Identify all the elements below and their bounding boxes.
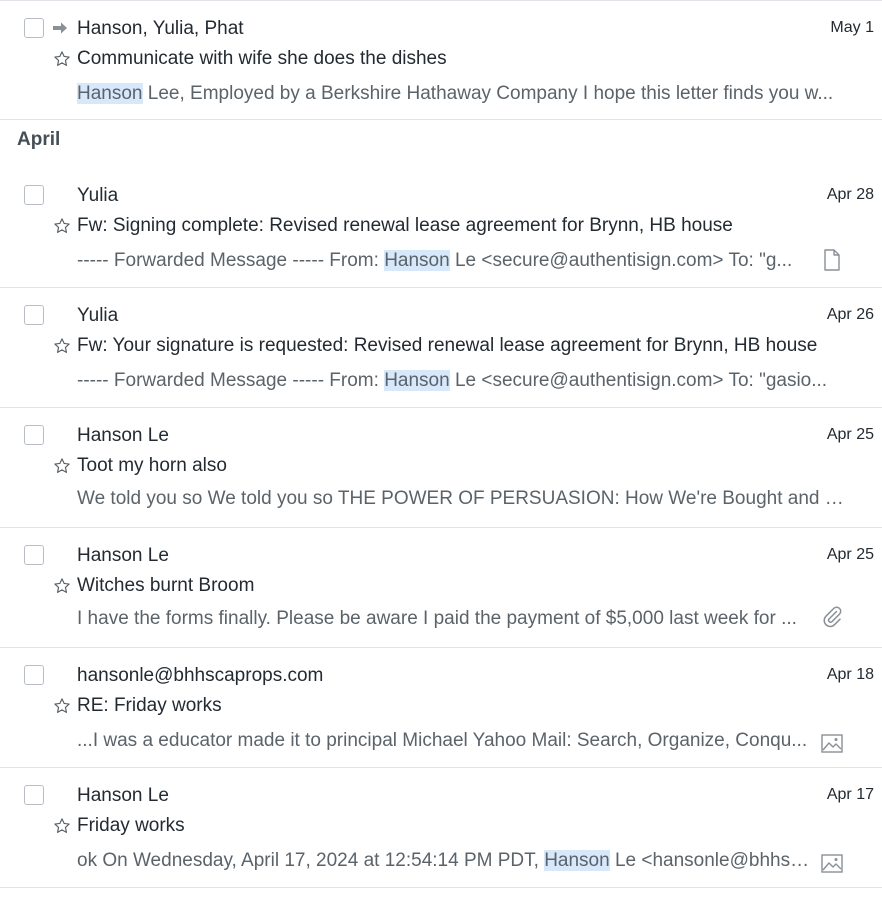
message-snippet: ok On Wednesday, April 17, 2024 at 12:54… [77,844,815,878]
search-highlight: Hanson [77,83,143,104]
star-icon[interactable] [53,217,71,235]
message-row[interactable]: hansonle@bhhscaprops.com Apr 18 RE: Frid… [0,648,882,768]
image-icon [821,734,843,753]
message-list: Hanson, Yulia, Phat May 1 Communicate wi… [0,0,882,897]
select-checkbox[interactable] [24,665,44,685]
image-icon [821,854,843,873]
snippet-text: Le <hansonle@bhhsc... [609,850,815,871]
message-subject: Fw: Signing complete: Revised renewal le… [77,215,733,236]
snippet-text: Lee, Employed by a Berkshire Hathaway Co… [142,83,834,104]
message-date: May 1 [830,19,874,36]
select-checkbox[interactable] [24,545,44,565]
message-sender: Hanson Le [77,425,169,446]
message-row[interactable]: Yulia Apr 26 Fw: Your signature is reque… [0,288,882,408]
select-checkbox[interactable] [24,185,44,205]
message-row[interactable]: Hanson Le Apr 25 Witches burnt Broom I h… [0,528,882,648]
message-date: Apr 26 [826,306,874,323]
message-snippet: ...I was a educator made it to principal… [77,724,815,758]
message-subject: RE: Friday works [77,695,222,716]
message-snippet: ----- Forwarded Message ----- From: Hans… [77,364,849,398]
message-subject: Friday works [77,815,185,836]
message-sender: Hanson, Yulia, Phat [77,18,244,39]
snippet-text: ----- Forwarded Message ----- From: [77,250,385,271]
star-icon[interactable] [53,457,71,475]
message-date: Apr 28 [826,186,874,203]
message-row[interactable]: Hanson Le Apr 25 Toot my horn also We to… [0,408,882,528]
star-icon[interactable] [53,697,71,715]
message-sender: Hanson Le [77,545,169,566]
message-snippet: Hanson Lee, Employed by a Berkshire Hath… [77,77,847,111]
message-subject: Toot my horn also [77,455,227,476]
message-sender: Hanson Le [77,785,169,806]
document-icon [824,249,840,271]
snippet-text: ...I was a educator made it to principal… [77,730,808,751]
message-date: Apr 18 [826,666,874,683]
message-sender: hansonle@bhhscaprops.com [77,665,324,686]
snippet-text: I have the forms finally. Please be awar… [77,608,797,629]
snippet-text: We told you so We told you so THE POWER … [77,488,847,509]
snippet-text: Le <secure@authentisign.com> To: "g... [449,250,793,271]
search-highlight: Hanson [384,250,450,271]
message-snippet: We told you so We told you so THE POWER … [77,482,847,516]
message-row[interactable]: Yulia Apr 28 Fw: Signing complete: Revis… [0,168,882,288]
select-checkbox[interactable] [24,785,44,805]
snippet-text: Le <secure@authentisign.com> To: "gasio.… [449,370,828,391]
star-icon[interactable] [53,50,71,68]
message-subject: Fw: Your signature is requested: Revised… [77,335,818,356]
message-subject: Communicate with wife she does the dishe… [77,48,447,69]
search-highlight: Hanson [384,370,450,391]
message-date: Apr 25 [826,546,874,563]
search-highlight: Hanson [544,850,610,871]
message-snippet: I have the forms finally. Please be awar… [77,602,815,636]
select-checkbox[interactable] [24,425,44,445]
message-row[interactable]: Hanson Le Apr 17 Friday works ok On Wedn… [0,768,882,888]
star-icon[interactable] [53,817,71,835]
star-icon[interactable] [53,577,71,595]
message-row[interactable]: Hanson, Yulia, Phat May 1 Communicate wi… [0,0,882,120]
forward-arrow-icon [53,22,67,34]
paperclip-icon [823,606,842,628]
star-icon[interactable] [53,337,71,355]
message-date: Apr 17 [826,786,874,803]
message-subject: Witches burnt Broom [77,575,255,596]
snippet-text: ----- Forwarded Message ----- From: [77,370,385,391]
select-checkbox[interactable] [24,305,44,325]
message-sender: Yulia [77,305,119,326]
message-date: Apr 25 [826,426,874,443]
snippet-text: ok On Wednesday, April 17, 2024 at 12:54… [77,850,545,871]
select-checkbox[interactable] [24,18,44,38]
message-snippet: ----- Forwarded Message ----- From: Hans… [77,244,815,278]
section-header-month: April [17,129,61,150]
message-sender: Yulia [77,185,119,206]
